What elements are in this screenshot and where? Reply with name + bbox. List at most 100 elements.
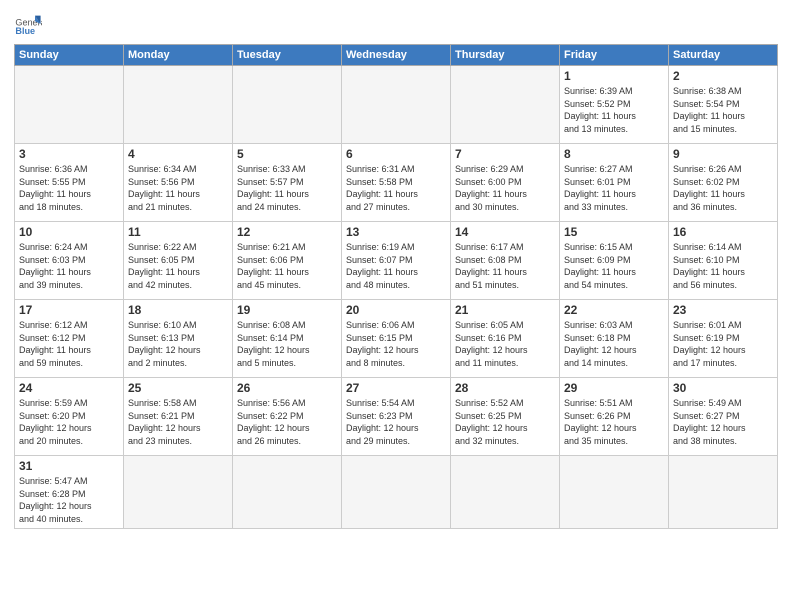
- calendar-week-row: 3 Sunrise: 6:36 AM Sunset: 5:55 PM Daylig…: [15, 144, 778, 222]
- calendar-day-cell: [124, 66, 233, 144]
- calendar-day-cell: 24 Sunrise: 5:59 AM Sunset: 6:20 PM Dayli…: [15, 378, 124, 456]
- day-info: Sunrise: 5:49 AM Sunset: 6:27 PM Dayligh…: [673, 397, 773, 447]
- day-info: Sunrise: 6:17 AM Sunset: 6:08 PM Dayligh…: [455, 241, 555, 291]
- calendar-day-cell: [451, 456, 560, 529]
- day-number: 6: [346, 147, 446, 161]
- day-info: Sunrise: 5:52 AM Sunset: 6:25 PM Dayligh…: [455, 397, 555, 447]
- calendar-day-cell: [451, 66, 560, 144]
- day-number: 25: [128, 381, 228, 395]
- logo-icon: General Blue: [14, 10, 42, 38]
- calendar-day-cell: 12 Sunrise: 6:21 AM Sunset: 6:06 PM Dayli…: [233, 222, 342, 300]
- calendar-week-row: 31Sunrise: 5:47 AM Sunset: 6:28 PM Dayli…: [15, 456, 778, 529]
- calendar-day-cell: [233, 456, 342, 529]
- day-number: 22: [564, 303, 664, 317]
- day-number: 27: [346, 381, 446, 395]
- calendar-day-cell: 13Sunrise: 6:19 AM Sunset: 6:07 PM Dayli…: [342, 222, 451, 300]
- calendar-table: SundayMondayTuesdayWednesdayThursdayFrid…: [14, 44, 778, 529]
- day-info: Sunrise: 6:08 AM Sunset: 6:14 PM Dayligh…: [237, 319, 337, 369]
- calendar-day-cell: 10Sunrise: 6:24 AM Sunset: 6:03 PM Dayli…: [15, 222, 124, 300]
- day-info: Sunrise: 5:47 AM Sunset: 6:28 PM Dayligh…: [19, 475, 119, 525]
- calendar-day-cell: [669, 456, 778, 529]
- day-info: Sunrise: 6:05 AM Sunset: 6:16 PM Dayligh…: [455, 319, 555, 369]
- day-number: 28: [455, 381, 555, 395]
- day-info: Sunrise: 6:14 AM Sunset: 6:10 PM Dayligh…: [673, 241, 773, 291]
- calendar-day-cell: 1Sunrise: 6:39 AM Sunset: 5:52 PM Daylig…: [560, 66, 669, 144]
- day-number: 13: [346, 225, 446, 239]
- day-info: Sunrise: 6:01 AM Sunset: 6:19 PM Dayligh…: [673, 319, 773, 369]
- day-info: Sunrise: 5:51 AM Sunset: 6:26 PM Dayligh…: [564, 397, 664, 447]
- calendar-week-row: 24 Sunrise: 5:59 AM Sunset: 6:20 PM Dayli…: [15, 378, 778, 456]
- weekday-header-saturday: Saturday: [669, 45, 778, 66]
- day-number: 14: [455, 225, 555, 239]
- day-info: Sunrise: 6:38 AM Sunset: 5:54 PM Dayligh…: [673, 85, 773, 135]
- calendar-day-cell: [15, 66, 124, 144]
- day-info: Sunrise: 6:24 AM Sunset: 6:03 PM Dayligh…: [19, 241, 119, 291]
- day-info: Sunrise: 6:15 AM Sunset: 6:09 PM Dayligh…: [564, 241, 664, 291]
- day-number: 4: [128, 147, 228, 161]
- day-number: 8: [564, 147, 664, 161]
- day-info: Sunrise: 6:06 AM Sunset: 6:15 PM Dayligh…: [346, 319, 446, 369]
- weekday-header-wednesday: Wednesday: [342, 45, 451, 66]
- day-info: Sunrise: 6:10 AM Sunset: 6:13 PM Dayligh…: [128, 319, 228, 369]
- day-info: Sunrise: 6:36 AM Sunset: 5:55 PM Dayligh…: [19, 163, 119, 213]
- calendar-day-cell: 26Sunrise: 5:56 AM Sunset: 6:22 PM Dayli…: [233, 378, 342, 456]
- day-info: Sunrise: 5:54 AM Sunset: 6:23 PM Dayligh…: [346, 397, 446, 447]
- page-header: General Blue: [14, 10, 778, 38]
- calendar-day-cell: 8 Sunrise: 6:27 AM Sunset: 6:01 PM Daylig…: [560, 144, 669, 222]
- day-number: 17: [19, 303, 119, 317]
- calendar-day-cell: 11Sunrise: 6:22 AM Sunset: 6:05 PM Dayli…: [124, 222, 233, 300]
- calendar-day-cell: 23 Sunrise: 6:01 AM Sunset: 6:19 PM Dayli…: [669, 300, 778, 378]
- weekday-header-friday: Friday: [560, 45, 669, 66]
- calendar-day-cell: 20Sunrise: 6:06 AM Sunset: 6:15 PM Dayli…: [342, 300, 451, 378]
- day-number: 23: [673, 303, 773, 317]
- day-info: Sunrise: 6:12 AM Sunset: 6:12 PM Dayligh…: [19, 319, 119, 369]
- calendar-day-cell: 6Sunrise: 6:31 AM Sunset: 5:58 PM Daylig…: [342, 144, 451, 222]
- calendar-day-cell: 29 Sunrise: 5:51 AM Sunset: 6:26 PM Dayli…: [560, 378, 669, 456]
- day-info: Sunrise: 5:56 AM Sunset: 6:22 PM Dayligh…: [237, 397, 337, 447]
- calendar-day-cell: 3 Sunrise: 6:36 AM Sunset: 5:55 PM Daylig…: [15, 144, 124, 222]
- calendar-day-cell: [342, 66, 451, 144]
- day-number: 24: [19, 381, 119, 395]
- calendar-week-row: 1Sunrise: 6:39 AM Sunset: 5:52 PM Daylig…: [15, 66, 778, 144]
- day-number: 16: [673, 225, 773, 239]
- weekday-header-monday: Monday: [124, 45, 233, 66]
- calendar-day-cell: 5Sunrise: 6:33 AM Sunset: 5:57 PM Daylig…: [233, 144, 342, 222]
- weekday-header-sunday: Sunday: [15, 45, 124, 66]
- day-number: 18: [128, 303, 228, 317]
- calendar-day-cell: [124, 456, 233, 529]
- calendar-day-cell: 21 Sunrise: 6:05 AM Sunset: 6:16 PM Dayli…: [451, 300, 560, 378]
- calendar-day-cell: [342, 456, 451, 529]
- day-number: 15: [564, 225, 664, 239]
- logo: General Blue: [14, 10, 42, 38]
- calendar-day-cell: 30Sunrise: 5:49 AM Sunset: 6:27 PM Dayli…: [669, 378, 778, 456]
- day-number: 12: [237, 225, 337, 239]
- calendar-day-cell: 15 Sunrise: 6:15 AM Sunset: 6:09 PM Dayli…: [560, 222, 669, 300]
- weekday-header-tuesday: Tuesday: [233, 45, 342, 66]
- calendar-day-cell: 16 Sunrise: 6:14 AM Sunset: 6:10 PM Dayli…: [669, 222, 778, 300]
- day-info: Sunrise: 6:27 AM Sunset: 6:01 PM Dayligh…: [564, 163, 664, 213]
- day-number: 5: [237, 147, 337, 161]
- calendar-day-cell: 17 Sunrise: 6:12 AM Sunset: 6:12 PM Dayli…: [15, 300, 124, 378]
- calendar-day-cell: [233, 66, 342, 144]
- calendar-day-cell: [560, 456, 669, 529]
- calendar-day-cell: 27 Sunrise: 5:54 AM Sunset: 6:23 PM Dayli…: [342, 378, 451, 456]
- calendar-day-cell: 14 Sunrise: 6:17 AM Sunset: 6:08 PM Dayli…: [451, 222, 560, 300]
- day-number: 9: [673, 147, 773, 161]
- calendar-day-cell: 25Sunrise: 5:58 AM Sunset: 6:21 PM Dayli…: [124, 378, 233, 456]
- calendar-week-row: 17 Sunrise: 6:12 AM Sunset: 6:12 PM Dayli…: [15, 300, 778, 378]
- calendar-day-cell: 4 Sunrise: 6:34 AM Sunset: 5:56 PM Daylig…: [124, 144, 233, 222]
- day-info: Sunrise: 6:21 AM Sunset: 6:06 PM Dayligh…: [237, 241, 337, 291]
- day-number: 21: [455, 303, 555, 317]
- weekday-header-thursday: Thursday: [451, 45, 560, 66]
- calendar-week-row: 10Sunrise: 6:24 AM Sunset: 6:03 PM Dayli…: [15, 222, 778, 300]
- day-info: Sunrise: 6:29 AM Sunset: 6:00 PM Dayligh…: [455, 163, 555, 213]
- calendar-header-row: SundayMondayTuesdayWednesdayThursdayFrid…: [15, 45, 778, 66]
- day-number: 3: [19, 147, 119, 161]
- day-number: 2: [673, 69, 773, 83]
- day-info: Sunrise: 5:59 AM Sunset: 6:20 PM Dayligh…: [19, 397, 119, 447]
- day-number: 29: [564, 381, 664, 395]
- day-info: Sunrise: 6:39 AM Sunset: 5:52 PM Dayligh…: [564, 85, 664, 135]
- day-info: Sunrise: 6:03 AM Sunset: 6:18 PM Dayligh…: [564, 319, 664, 369]
- day-number: 11: [128, 225, 228, 239]
- day-info: Sunrise: 6:34 AM Sunset: 5:56 PM Dayligh…: [128, 163, 228, 213]
